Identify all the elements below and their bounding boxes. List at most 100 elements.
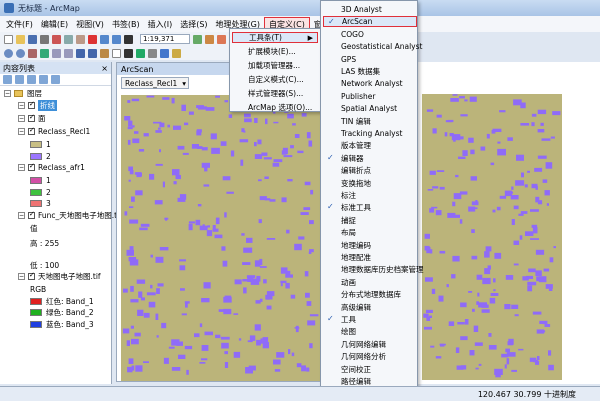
layer-visibility-checkbox[interactable] (28, 100, 35, 109)
menu-edit[interactable]: 编辑(E) (37, 18, 72, 31)
menu-view[interactable]: 视图(V) (72, 18, 108, 31)
paste-icon[interactable] (76, 34, 85, 44)
zoom-in-icon[interactable] (4, 48, 13, 58)
menu-file[interactable]: 文件(F) (2, 18, 37, 31)
layer-visibility-checkbox[interactable] (28, 271, 35, 280)
menu-bookmarks[interactable]: 书签(B) (108, 18, 144, 31)
undo-icon[interactable] (100, 34, 109, 44)
collapse-icon[interactable]: − (18, 211, 25, 219)
catalog-icon[interactable] (205, 34, 214, 44)
menu-item-style-manager[interactable]: 样式管理器(S)... (232, 88, 318, 99)
toolbar-item[interactable]: Spatial Analyst (323, 103, 417, 114)
forward-icon[interactable] (88, 48, 97, 58)
html-popup-icon[interactable] (172, 48, 181, 58)
close-icon[interactable]: × (101, 64, 108, 73)
pan-icon[interactable] (28, 48, 37, 58)
toolbar-item[interactable]: LAS 数据集 (323, 66, 417, 77)
toolbar-item[interactable]: ✓ ArcScan (323, 16, 417, 28)
editor-icon[interactable] (193, 34, 202, 44)
redo-icon[interactable] (112, 34, 121, 44)
menu-item-toolbars[interactable]: 工具条(T) ▶ (232, 32, 318, 43)
toolbar-item[interactable]: 捕捉 (323, 215, 417, 226)
toolbar-item[interactable]: 地理配准 (323, 252, 417, 263)
toolbar-item[interactable]: ✓ 标准工具 (323, 202, 417, 213)
toolbar-item[interactable]: 几何网络编辑 (323, 339, 417, 350)
toolbar-item[interactable]: COGO (323, 29, 417, 40)
collapse-icon[interactable]: − (18, 102, 25, 109)
save-icon[interactable] (28, 34, 37, 44)
toc-layer[interactable]: − 天地图电子地图.tif (18, 271, 101, 282)
toc-layer[interactable]: − Func_天地图电子地图.tif (18, 210, 122, 221)
toolbar-item[interactable]: Geostatistical Analyst (323, 41, 422, 52)
collapse-icon[interactable]: − (18, 115, 25, 122)
toolbar-item[interactable]: GPS (323, 54, 417, 65)
toolbar-item[interactable]: 编辑折点 (323, 165, 417, 176)
layer-visibility-checkbox[interactable] (28, 126, 35, 135)
identify-icon[interactable] (136, 48, 145, 58)
toolbar-item[interactable]: Tracking Analyst (323, 128, 417, 139)
layer-visibility-checkbox[interactable] (28, 113, 35, 122)
collapse-icon[interactable]: − (18, 164, 25, 171)
toolbar-item[interactable]: 地理数据库历史档案管理 (323, 264, 424, 275)
toolbar-item[interactable]: 变换拖地 (323, 178, 417, 189)
list-by-selection-icon[interactable] (39, 75, 48, 84)
toolbar-item[interactable]: 几何网络分析 (323, 351, 417, 362)
new-doc-icon[interactable] (4, 34, 13, 44)
layer-visibility-checkbox[interactable] (28, 210, 35, 219)
fixed-zoom-in-icon[interactable] (52, 48, 61, 58)
map-canvas-right[interactable] (422, 94, 562, 380)
toolbar-item[interactable]: 地理编码 (323, 240, 417, 251)
add-data-icon[interactable] (124, 34, 133, 44)
toolbar-item[interactable]: ✓ 工具 (323, 314, 417, 325)
list-by-source-icon[interactable] (15, 75, 24, 84)
toolbar-item[interactable]: 标注 (323, 190, 417, 201)
layer-visibility-checkbox[interactable] (28, 162, 35, 171)
toolbar-item[interactable]: Publisher (323, 91, 417, 102)
select-element-icon[interactable] (124, 48, 133, 58)
collapse-icon[interactable]: − (4, 90, 11, 97)
menu-item-extensions[interactable]: 扩展模块(E)... (232, 46, 318, 57)
toolbar-item[interactable]: 高级编辑 (323, 302, 417, 313)
toolbar-item[interactable]: ✓ 编辑器 (323, 153, 417, 164)
delete-icon[interactable] (88, 34, 97, 44)
print-icon[interactable] (40, 34, 49, 44)
full-extent-icon[interactable] (40, 48, 49, 58)
toolbar-item[interactable]: Network Analyst (323, 78, 417, 89)
list-by-visibility-icon[interactable] (27, 75, 36, 84)
copy-icon[interactable] (64, 34, 73, 44)
toolbar-item[interactable]: 动画 (323, 277, 417, 288)
scale-input[interactable]: 1:19,371 (140, 34, 190, 44)
menu-item-arcmap-options[interactable]: ArcMap 选项(O)... (232, 102, 318, 113)
toc-layer[interactable]: −面 (18, 113, 46, 124)
toolbar-item[interactable]: 分布式地理数据库 (323, 289, 417, 300)
toolbar-item[interactable]: 布局 (323, 227, 417, 238)
toolbox-icon[interactable] (217, 34, 226, 44)
menu-item-addin-manager[interactable]: 加载项管理器... (232, 60, 318, 71)
toolbar-item[interactable]: 版本管理 (323, 140, 417, 151)
toc-options-icon[interactable] (51, 75, 60, 84)
cut-icon[interactable] (52, 34, 61, 44)
fixed-zoom-out-icon[interactable] (64, 48, 73, 58)
collapse-icon[interactable]: − (18, 273, 25, 280)
target-layer-dropdown[interactable]: Reclass_Recl1 ▾ (121, 77, 189, 89)
clear-selection-icon[interactable] (112, 48, 121, 58)
find-icon[interactable] (148, 48, 157, 58)
toolbar-item[interactable]: 绘图 (323, 326, 417, 337)
back-icon[interactable] (76, 48, 85, 58)
measure-icon[interactable] (160, 48, 169, 58)
menu-selection[interactable]: 选择(S) (176, 18, 211, 31)
map-canvas[interactable] (121, 95, 321, 381)
toc-group-layers[interactable]: − 图层 (4, 88, 42, 99)
toc-layer[interactable]: − Reclass_Recl1 (18, 126, 90, 137)
toolbar-item[interactable]: 空间校正 (323, 364, 417, 375)
select-features-icon[interactable] (100, 48, 109, 58)
toolbar-item[interactable]: TIN 编辑 (323, 116, 417, 127)
toc-layer[interactable]: − 折线 (18, 100, 57, 111)
toc-layer[interactable]: − Reclass_afr1 (18, 162, 85, 173)
collapse-icon[interactable]: − (18, 128, 25, 135)
toolbar-item[interactable]: 3D Analyst (323, 4, 417, 15)
list-by-drawing-order-icon[interactable] (3, 75, 12, 84)
menu-insert[interactable]: 插入(I) (144, 18, 177, 31)
zoom-out-icon[interactable] (16, 48, 25, 58)
open-icon[interactable] (16, 34, 25, 44)
